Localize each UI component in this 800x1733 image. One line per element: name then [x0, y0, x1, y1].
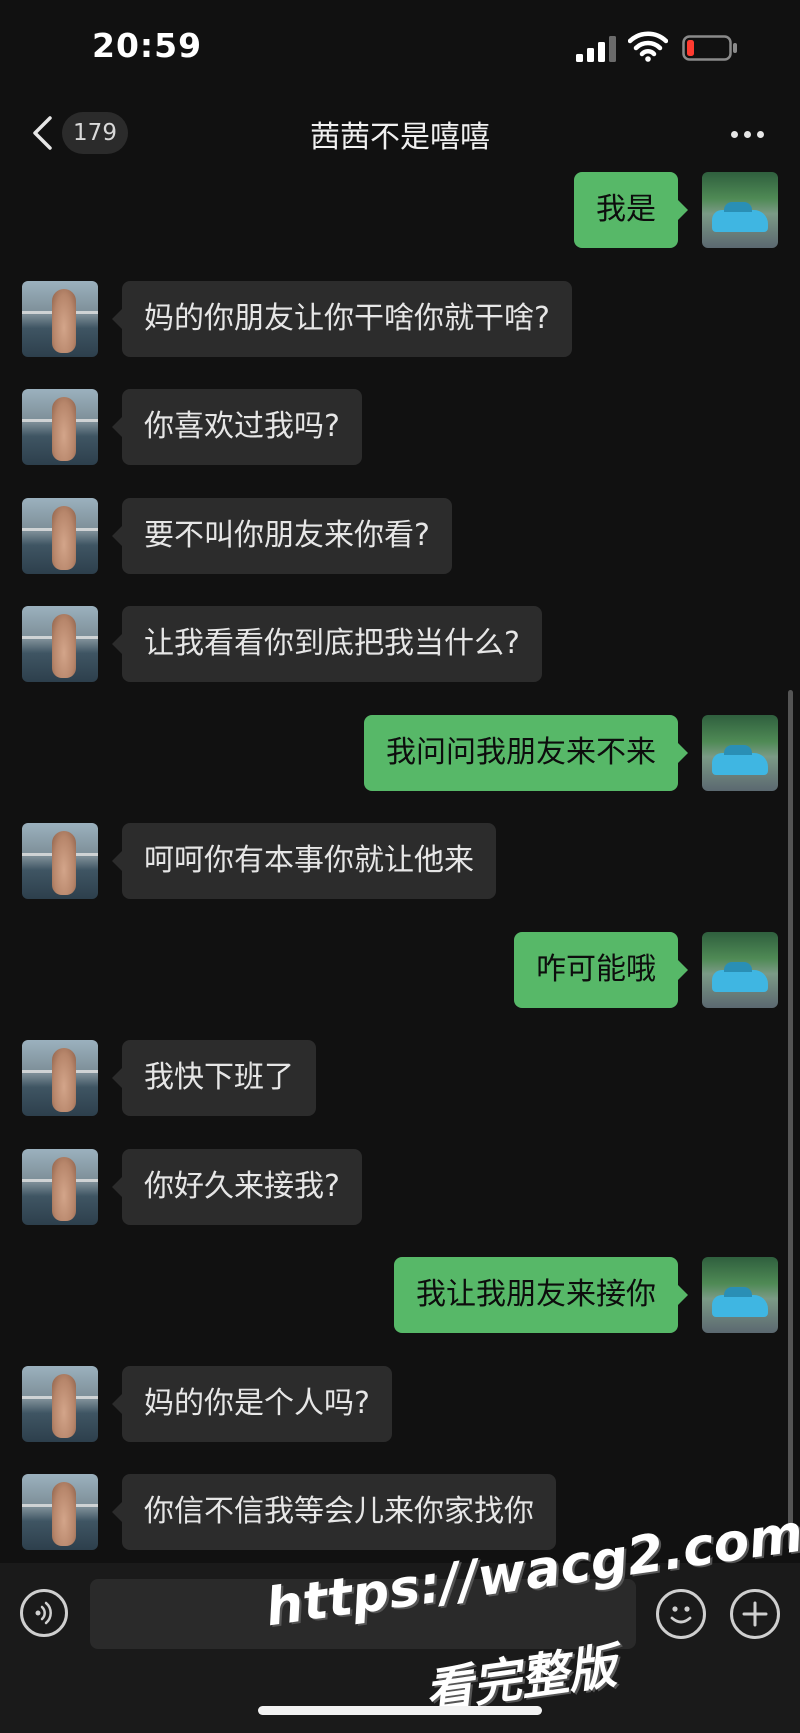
plus-icon [742, 1601, 768, 1627]
received-message-bubble[interactable]: 妈的你朋友让你干啥你就干啥? [112, 281, 572, 357]
contact-avatar[interactable] [22, 1040, 98, 1116]
wifi-icon [628, 31, 668, 62]
more-functions-button[interactable] [730, 1589, 780, 1639]
contact-avatar[interactable] [22, 1366, 98, 1442]
received-message-bubble[interactable]: 妈的你是个人吗? [112, 1366, 392, 1442]
sent-message-bubble[interactable]: 咋可能哦 [514, 932, 688, 1008]
home-indicator[interactable] [258, 1706, 542, 1715]
message-row: 要不叫你朋友来你看? [0, 496, 800, 574]
message-row: 咋可能哦 [0, 930, 800, 1008]
message-list[interactable]: 我是 妈的你朋友让你干啥你就干啥? 你喜欢过我吗? 要不叫你朋友来你看? 让我看看你到底… [0, 168, 800, 1560]
my-avatar[interactable] [702, 715, 778, 791]
message-row: 我是 [0, 170, 800, 248]
received-message-bubble[interactable]: 我快下班了 [112, 1040, 316, 1116]
contact-avatar[interactable] [22, 823, 98, 899]
received-message-bubble[interactable]: 要不叫你朋友来你看? [112, 498, 452, 574]
chat-title: 茜茜不是嘻嘻 [310, 120, 490, 155]
message-row: 我快下班了 [0, 1038, 800, 1116]
my-avatar[interactable] [702, 1257, 778, 1333]
contact-avatar[interactable] [22, 281, 98, 357]
received-message-bubble[interactable]: 呵呵你有本事你就让他来 [112, 823, 496, 899]
more-options-button[interactable] [722, 122, 772, 146]
unread-count-badge[interactable]: 179 [62, 112, 128, 154]
received-message-bubble[interactable]: 你好久来接我? [112, 1149, 362, 1225]
sent-message-bubble[interactable]: 我是 [574, 172, 688, 248]
scrollbar[interactable] [788, 690, 793, 1550]
cellular-signal-icon [576, 36, 616, 62]
emoji-button[interactable] [656, 1589, 706, 1639]
received-message-bubble[interactable]: 你喜欢过我吗? [112, 389, 362, 465]
more-dots-icon [730, 130, 738, 138]
received-message-bubble[interactable]: 让我看看你到底把我当什么? [112, 606, 542, 682]
message-row: 你喜欢过我吗? [0, 387, 800, 465]
contact-avatar[interactable] [22, 606, 98, 682]
battery-low-icon [682, 35, 737, 61]
input-bar: https://wacg2.com 看完整版 [0, 1504, 800, 1733]
message-row: 让我看看你到底把我当什么? [0, 604, 800, 682]
contact-avatar[interactable] [22, 498, 98, 574]
my-avatar[interactable] [702, 932, 778, 1008]
contact-avatar[interactable] [22, 1149, 98, 1225]
smiley-icon [670, 1606, 692, 1624]
sent-message-bubble[interactable]: 我问问我朋友来不来 [364, 715, 688, 791]
my-avatar[interactable] [702, 172, 778, 248]
contact-avatar[interactable] [22, 1474, 98, 1550]
message-row: 我让我朋友来接你 [0, 1255, 800, 1333]
contact-avatar[interactable] [22, 389, 98, 465]
message-row: 妈的你是个人吗? [0, 1364, 800, 1442]
voice-icon [35, 1601, 52, 1625]
received-message-bubble[interactable]: 你信不信我等会儿来你家找你 [112, 1474, 556, 1550]
status-time: 20:59 [92, 26, 203, 65]
chat-header: 179 茜茜不是嘻嘻 [0, 98, 800, 168]
sent-message-bubble[interactable]: 我让我朋友来接你 [394, 1257, 688, 1333]
message-row: 我问问我朋友来不来 [0, 713, 800, 791]
voice-input-button[interactable] [20, 1589, 68, 1637]
chevron-left-icon [33, 116, 52, 150]
status-bar: 20:59 [0, 0, 800, 98]
message-row: 你好久来接我? [0, 1147, 800, 1225]
message-row: 呵呵你有本事你就让他来 [0, 821, 800, 899]
message-row: 妈的你朋友让你干啥你就干啥? [0, 279, 800, 357]
back-button[interactable] [22, 108, 62, 158]
